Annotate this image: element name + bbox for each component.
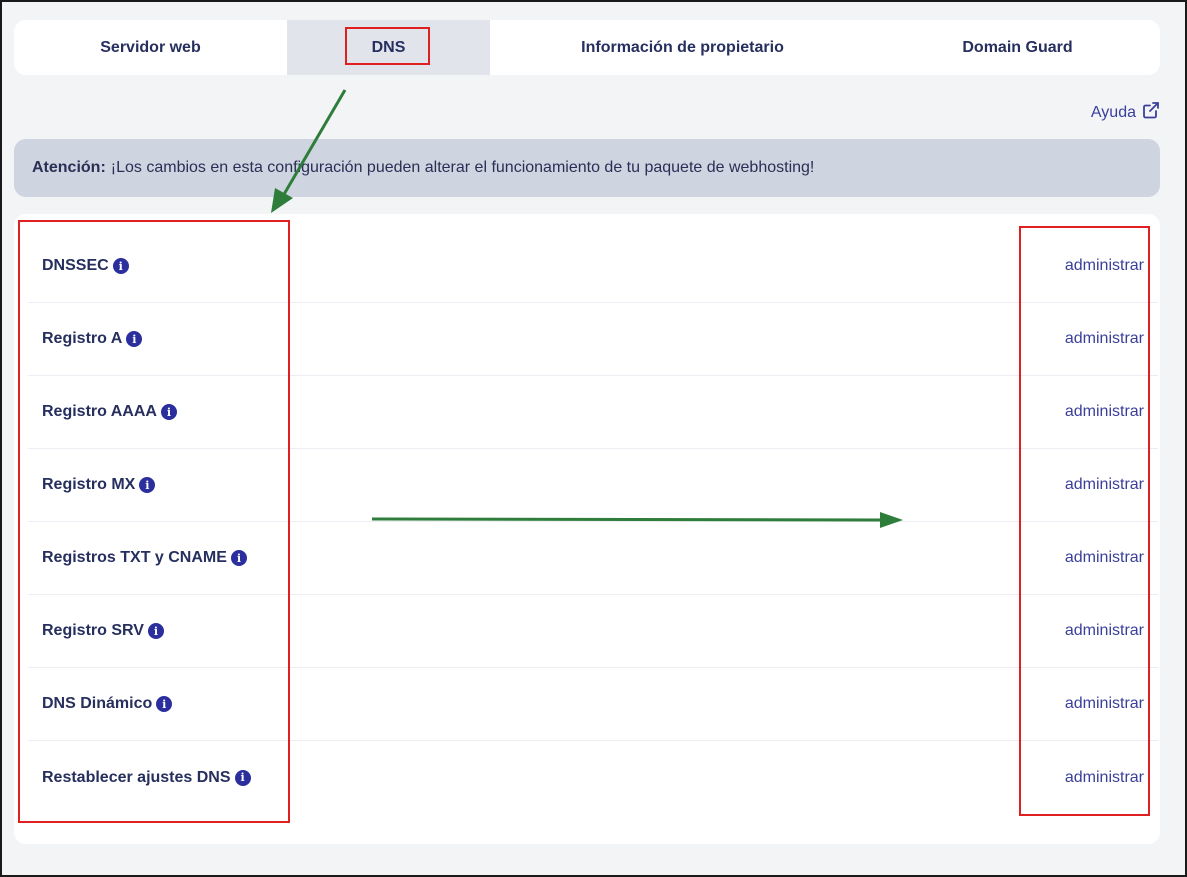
record-label: Registro A — [42, 330, 123, 347]
help-link[interactable]: Ayuda — [1091, 101, 1160, 124]
manage-link[interactable]: administrar — [1065, 403, 1144, 421]
record-row-restablecer: Restablecer ajustes DNS i administrar — [28, 741, 1158, 814]
alert-prefix: Atención: — [32, 159, 106, 176]
record-label: Registro MX — [42, 476, 136, 493]
manage-link[interactable]: administrar — [1065, 476, 1144, 494]
help-label: Ayuda — [1090, 103, 1136, 121]
info-icon[interactable]: i — [112, 258, 129, 274]
dns-records-card: DNSSEC i administrar Registro Ai administ… — [14, 214, 1160, 844]
record-row-dns-dinamico: DNS Dinámico i administrar — [28, 668, 1158, 741]
info-icon[interactable]: i — [234, 769, 251, 786]
manage-link[interactable]: administrar — [1065, 695, 1144, 713]
tab-domain-guard[interactable]: Domain Guard — [875, 20, 1160, 75]
record-label: Registro SRV — [42, 622, 144, 639]
warning-alert: Atención: ¡Los cambios en esta configura… — [14, 139, 1160, 197]
record-row-a: Registro Ai administrar — [28, 303, 1158, 376]
record-label: DNS Dinámico — [42, 695, 153, 712]
tab-servidor-web[interactable]: Servidor web — [14, 20, 287, 75]
tab-dns[interactable]: DNS — [287, 20, 490, 75]
tab-informacion-propietario[interactable]: Información de propietario — [490, 20, 875, 75]
info-icon[interactable]: i — [126, 331, 143, 347]
record-label: DNSSEC — [42, 257, 109, 274]
record-row-srv: Registro SRV i administrar — [28, 595, 1158, 668]
record-row-dnssec: DNSSEC i administrar — [28, 230, 1158, 303]
manage-link[interactable]: administrar — [1065, 257, 1144, 275]
info-icon[interactable]: i — [147, 623, 164, 639]
alert-message: ¡Los cambios en esta configuración puede… — [110, 159, 815, 176]
record-label: Registros TXT y CNAME — [42, 549, 227, 566]
info-icon[interactable]: i — [156, 696, 173, 712]
record-label: Restablecer ajustes DNS — [42, 768, 231, 786]
info-icon[interactable]: i — [139, 477, 156, 493]
record-row-mx: Registro MX i administrar — [28, 449, 1158, 522]
record-row-txt-cname: Registros TXT y CNAME i administrar — [28, 522, 1158, 595]
record-row-aaaa: Registro AAAA i administrar — [28, 376, 1158, 449]
info-icon[interactable]: i — [230, 550, 247, 566]
info-icon[interactable]: i — [160, 404, 177, 420]
external-link-icon — [1142, 101, 1160, 124]
record-label: Registro AAAA — [42, 403, 157, 420]
manage-link[interactable]: administrar — [1065, 330, 1144, 348]
manage-link[interactable]: administrar — [1065, 769, 1144, 787]
manage-link[interactable]: administrar — [1065, 549, 1144, 567]
manage-link[interactable]: administrar — [1065, 622, 1144, 640]
tab-bar: Servidor web DNS Información de propieta… — [14, 20, 1160, 75]
